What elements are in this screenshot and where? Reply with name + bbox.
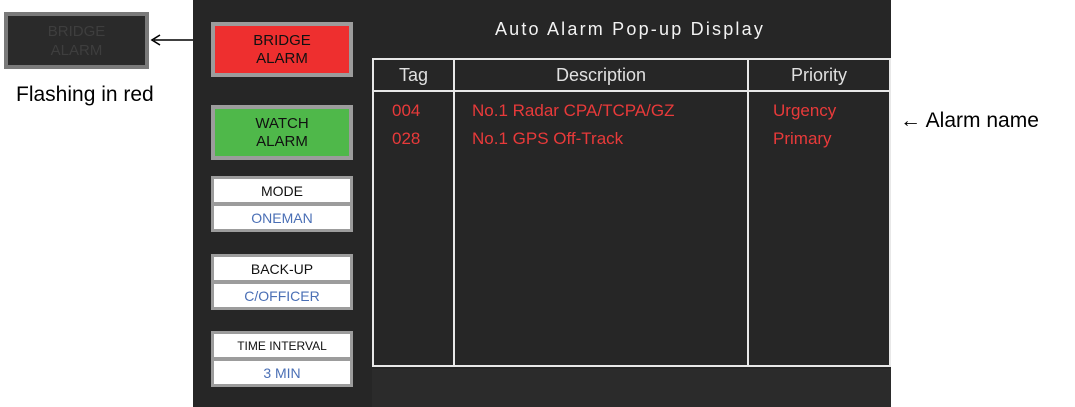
flashing-bridge-alarm-sample: BRIDGE ALARM	[4, 12, 149, 69]
watch-alarm-line-1: WATCH	[255, 114, 309, 132]
row-2-priority: Primary	[773, 129, 832, 148]
mode-box[interactable]: MODE ONEMAN	[211, 176, 353, 232]
backup-value: C/OFFICER	[214, 284, 350, 307]
mode-value: ONEMAN	[214, 206, 350, 229]
bridge-alarm-line-1: BRIDGE	[253, 31, 311, 49]
row-1-tag: 004	[392, 101, 421, 120]
watch-alarm-button[interactable]: WATCH ALARM	[211, 105, 353, 160]
mode-label: MODE	[214, 179, 350, 202]
column-header-priority[interactable]: Priority	[749, 62, 889, 88]
column-header-tag[interactable]: Tag	[374, 62, 453, 88]
flash-button-line-2: ALARM	[50, 41, 103, 59]
backup-box[interactable]: BACK-UP C/OFFICER	[211, 254, 353, 310]
row-1-description: No.1 Radar CPA/TCPA/GZ	[472, 101, 675, 120]
watch-alarm-line-2: ALARM	[256, 132, 308, 150]
row-2-tag: 028	[392, 129, 421, 148]
column-divider-2	[747, 58, 749, 367]
row-1-priority: Urgency	[773, 101, 837, 120]
time-interval-value: 3 MIN	[214, 361, 350, 384]
backup-label: BACK-UP	[214, 257, 350, 280]
header-divider	[372, 90, 891, 92]
bridge-alarm-line-2: ALARM	[256, 49, 308, 67]
time-interval-label: TIME INTERVAL	[214, 334, 350, 357]
flash-button-line-1: BRIDGE	[47, 22, 106, 40]
alarm-name-annotation: ← Alarm name	[900, 109, 1039, 132]
status-bar	[372, 369, 891, 407]
display-title: Auto Alarm Pop-up Display	[494, 18, 766, 39]
flashing-annotation: Flashing in red	[16, 83, 154, 106]
column-header-description[interactable]: Description	[455, 62, 747, 88]
bridge-alarm-button[interactable]: BRIDGE ALARM	[211, 22, 353, 77]
row-2-description: No.1 GPS Off-Track	[472, 129, 624, 148]
time-interval-box[interactable]: TIME INTERVAL 3 MIN	[211, 331, 353, 387]
column-divider-1	[453, 58, 455, 367]
